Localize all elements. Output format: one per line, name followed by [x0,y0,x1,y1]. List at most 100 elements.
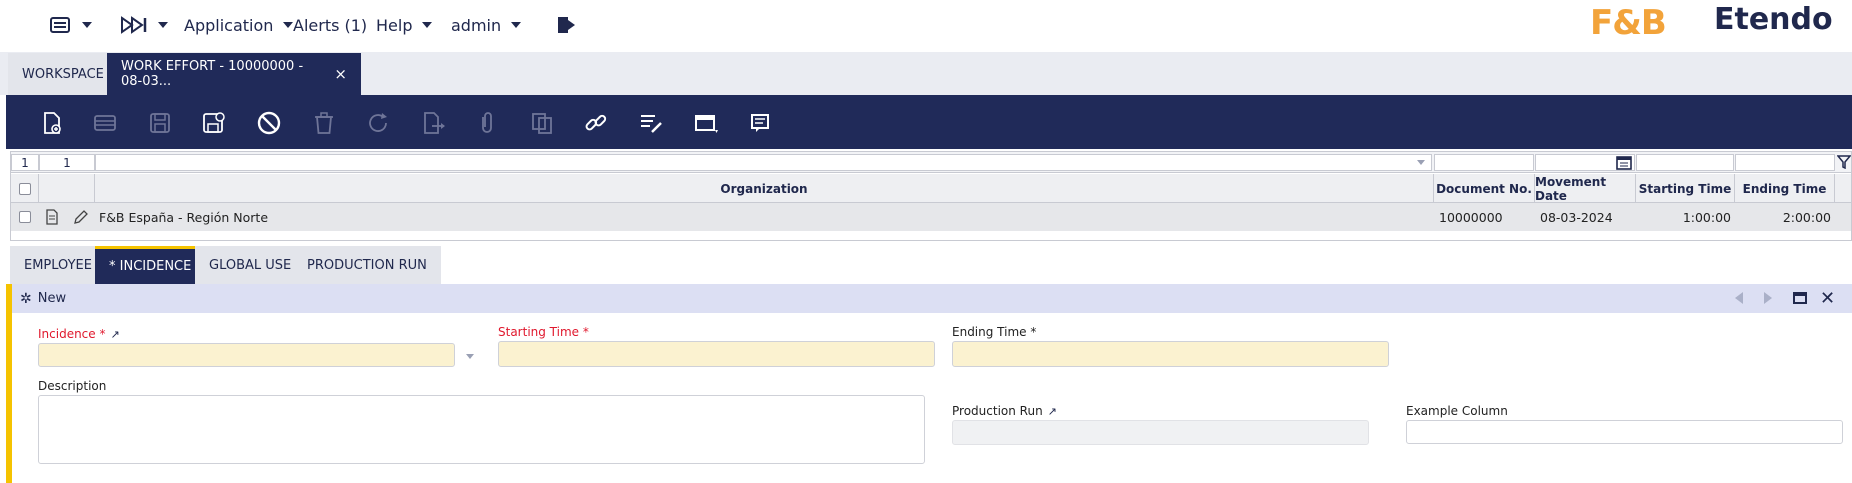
select-all-checkbox[interactable] [18,182,31,195]
tab-label: WORKSPACE [22,66,104,82]
help-menu[interactable]: Help [376,14,433,36]
link-arrow-icon[interactable]: ↗ [1048,405,1057,418]
row-checkbox[interactable] [19,203,31,231]
list-menu-icon [50,17,70,33]
main-menu-button[interactable] [50,14,92,36]
audit-trail-button[interactable] [637,109,665,137]
copy-record-icon [532,113,552,134]
column-header-organization[interactable]: Organization [95,174,1434,203]
incidence-field[interactable] [38,343,455,367]
ending-time-cell: 2:00:00 [1782,209,1831,225]
previous-record-icon[interactable] [1735,292,1743,304]
new-document-button[interactable] [38,109,66,137]
export-icon [424,112,445,134]
quick-launch-button[interactable] [120,14,168,36]
starting-time-cell: 1:00:00 [1682,209,1731,225]
tab-workspace[interactable]: WORKSPACE [8,53,107,95]
document-icon[interactable] [45,203,59,231]
fast-forward-icon [121,16,147,34]
row-actions-header [39,174,95,203]
tab-label: WORK EFFORT - 10000000 - 08-03... [121,59,304,89]
table-row[interactable]: F&B España - Región Norte 10000000 08-03… [11,203,1851,231]
tab-production-run[interactable]: PRODUCTION RUN [293,246,441,284]
undo-icon [257,111,281,135]
chevron-down-icon [511,22,522,28]
grid-count-indicator: 1 [39,154,95,171]
refresh-button[interactable] [364,109,392,137]
maximize-icon[interactable] [1793,292,1807,304]
ending-time-label: Ending Time * [952,325,1037,339]
refresh-icon [369,113,387,132]
logout-button[interactable] [555,14,577,36]
ending-time-filter[interactable] [1735,154,1835,171]
application-label: Application [184,15,274,35]
tab-work-effort[interactable]: WORK EFFORT - 10000000 - 08-03... × [107,53,361,95]
window-tab-strip: WORKSPACE WORK EFFORT - 10000000 - 08-03… [0,52,1852,95]
application-menu[interactable]: Application [184,14,294,36]
edit-icon[interactable] [73,203,88,231]
column-header-starting-time[interactable]: Starting Time [1636,174,1735,203]
user-menu[interactable]: admin [451,14,522,36]
organization-cell: F&B España - Región Norte [99,209,269,225]
example-column-field[interactable] [1406,420,1843,444]
tab-global-use[interactable]: GLOBAL USE [195,246,306,284]
close-icon[interactable]: × [334,65,347,83]
save-icon [150,113,170,133]
tab-employee[interactable]: EMPLOYEE [10,246,106,284]
close-icon[interactable]: ✕ [1820,288,1835,309]
organization-filter[interactable] [95,154,1432,171]
filter-funnel-icon[interactable] [1836,155,1852,172]
form-status-bar: ✲ New ✕ [12,284,1852,313]
incidence-label: Incidence * [38,327,106,341]
example-column-label: Example Column [1406,404,1508,418]
copy-record-button[interactable] [528,109,556,137]
new-row-button[interactable] [92,109,120,137]
help-label: Help [376,15,413,35]
description-textarea[interactable] [38,395,925,464]
starting-time-field[interactable] [498,341,935,367]
export-button[interactable] [419,109,447,137]
tab-label: * INCIDENCE [109,259,192,274]
ending-time-field[interactable] [952,341,1389,367]
link-arrow-icon[interactable]: ↗ [110,328,119,341]
fb-logo: F&B [1590,3,1667,43]
chevron-down-icon [422,22,433,28]
alerts-link[interactable]: Alerts (1) [293,14,367,36]
delete-button[interactable] [310,109,338,137]
tab-label: GLOBAL USE [209,257,292,273]
grid-view-button[interactable] [692,109,720,137]
logout-icon [558,17,575,33]
tab-incidence[interactable]: * INCIDENCE [95,246,206,284]
chevron-down-icon[interactable] [466,354,474,359]
movement-date-filter[interactable] [1535,154,1635,171]
column-header-movement-date[interactable]: Movement Date [1535,174,1636,203]
link-button[interactable] [582,109,610,137]
production-run-label-wrap: Production Run ↗ [952,404,1057,418]
chevron-down-icon [283,22,294,28]
save-close-button[interactable] [200,109,228,137]
incidence-label-wrap: Incidence * ↗ [38,327,120,341]
new-row-icon [94,115,116,131]
attachment-button[interactable] [473,109,501,137]
grid-page-indicator: 1 [11,154,39,171]
document-no-filter[interactable] [1434,154,1534,171]
save-close-icon [203,112,225,133]
column-header-ending-time[interactable]: Ending Time [1735,174,1835,203]
next-record-icon[interactable] [1764,292,1772,304]
undo-button[interactable] [255,109,283,137]
records-grid: 1 1 Organization Document No. Movement D… [10,151,1852,241]
etendo-logo-text: Etendo [1714,2,1833,37]
column-header-document-no[interactable]: Document No. [1434,174,1535,203]
notes-button[interactable] [747,109,775,137]
attachment-icon [482,112,492,133]
description-label: Description [38,379,107,393]
starting-time-filter[interactable] [1636,154,1734,171]
starting-time-label: Starting Time * [498,325,589,339]
user-label: admin [451,15,502,35]
toolbar [6,95,1852,149]
select-all-cell [11,174,39,203]
save-button[interactable] [146,109,174,137]
calendar-icon[interactable] [1616,155,1632,170]
chevron-down-icon [1417,160,1425,165]
etendo-logo: Etendo [1714,2,1833,37]
